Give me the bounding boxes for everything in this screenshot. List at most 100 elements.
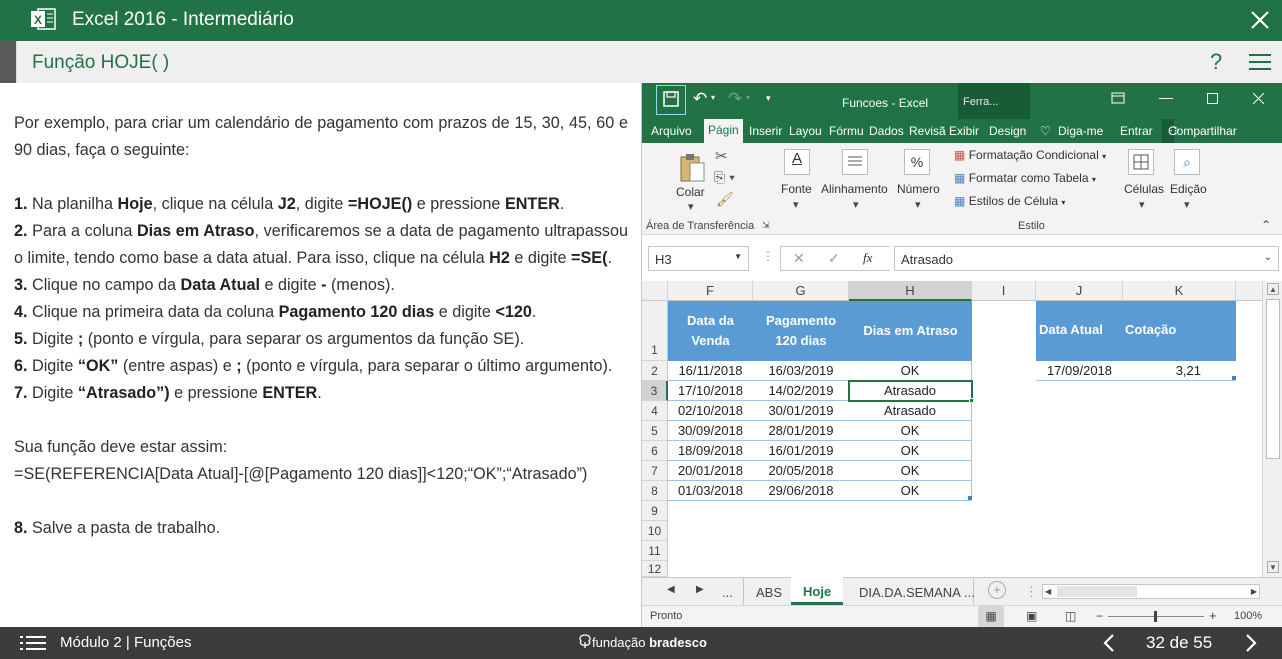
copy-icon[interactable]: ⎘ ▾ — [714, 169, 735, 186]
scroll-thumb[interactable] — [1266, 299, 1280, 459]
tell-me-box[interactable]: Diga-me — [1058, 124, 1103, 138]
row-header[interactable]: 2 — [642, 361, 668, 381]
scroll-up-icon[interactable]: ▲ — [1267, 283, 1279, 295]
cells-icon[interactable] — [1128, 149, 1154, 175]
cell-f3[interactable]: 17/10/2018 — [668, 381, 753, 401]
undo-dropdown-icon[interactable]: ▾ — [711, 93, 715, 102]
column-header-h[interactable]: H — [849, 281, 972, 301]
side-header-data-atual[interactable]: Data Atual — [1036, 301, 1123, 361]
minimize-icon[interactable]: — — [1159, 89, 1173, 105]
excel-close-icon[interactable] — [1253, 93, 1264, 104]
font-label[interactable]: Fonte — [781, 182, 812, 196]
cell-f6[interactable]: 18/09/2018 — [668, 441, 753, 461]
ribbon-display-icon[interactable] — [1111, 92, 1125, 104]
row-header[interactable]: 6 — [642, 441, 668, 461]
cell-h8[interactable]: OK — [849, 481, 972, 501]
tab-arquivo[interactable]: Arquivo — [651, 124, 692, 138]
more-sheets-left[interactable]: ... — [722, 585, 733, 600]
dialog-launcher-icon[interactable]: ⇲ — [762, 220, 770, 231]
cancel-icon[interactable]: ✕ — [793, 250, 805, 267]
column-header-f[interactable]: F — [668, 281, 753, 301]
list-menu-icon[interactable] — [20, 635, 46, 651]
alignment-label[interactable]: Alinhamento — [821, 182, 888, 196]
cell-j2[interactable]: 17/09/2018 — [1036, 361, 1123, 381]
cell-g8[interactable]: 29/06/2018 — [753, 481, 849, 501]
cell-h5[interactable]: OK — [849, 421, 972, 441]
tab-inserir[interactable]: Inserir — [749, 124, 782, 138]
column-header-i[interactable]: I — [972, 281, 1036, 301]
cell-styles-button[interactable]: ▦ Estilos de Célula ▾ — [954, 194, 1065, 208]
previous-page-icon[interactable] — [1102, 634, 1116, 652]
zoom-level[interactable]: 100% — [1234, 610, 1262, 622]
scroll-left-icon[interactable]: ◀ — [1045, 585, 1051, 598]
table-header-pagamento[interactable]: Pagamento 120 dias — [753, 301, 849, 361]
tab-layout[interactable]: Layou — [789, 124, 822, 138]
format-painter-icon[interactable]: 🖌 — [716, 191, 734, 208]
page-layout-view-icon[interactable]: ▣ — [1026, 606, 1037, 627]
cell-f8[interactable]: 01/03/2018 — [668, 481, 753, 501]
editing-label[interactable]: Edição — [1170, 182, 1207, 196]
cell-g7[interactable]: 20/05/2018 — [753, 461, 849, 481]
cell-h7[interactable]: OK — [849, 461, 972, 481]
number-format-icon[interactable]: % — [904, 149, 930, 175]
row-header[interactable]: 1 — [642, 301, 668, 361]
side-header-cotacao[interactable]: Cotação — [1123, 301, 1236, 361]
cell-g2[interactable]: 16/03/2019 — [753, 361, 849, 381]
next-sheet-icon[interactable]: ▶ — [696, 584, 704, 595]
next-page-icon[interactable] — [1244, 634, 1258, 652]
undo-icon[interactable]: ↶ — [693, 89, 707, 109]
share-button[interactable]: ⚇ Compartilhar — [1162, 119, 1237, 143]
tab-dados[interactable]: Dados — [869, 124, 904, 138]
table-header-dias-atraso[interactable]: Dias em Atraso — [849, 301, 972, 361]
font-icon[interactable]: A — [784, 149, 810, 175]
more-sheets-right[interactable]: ... — [964, 585, 975, 600]
paste-icon[interactable] — [678, 151, 706, 183]
cell-f5[interactable]: 30/09/2018 — [668, 421, 753, 441]
alignment-icon[interactable] — [842, 149, 868, 175]
zoom-slider[interactable] — [1108, 611, 1204, 622]
add-sheet-icon[interactable]: + — [988, 581, 1006, 599]
row-header[interactable]: 10 — [642, 521, 668, 541]
row-header[interactable]: 4 — [642, 401, 668, 421]
tab-design[interactable]: Design — [989, 124, 1026, 138]
formula-input[interactable]: Atrasado ⌄ — [894, 246, 1279, 271]
cell-g4[interactable]: 30/01/2019 — [753, 401, 849, 421]
number-label[interactable]: Número — [897, 182, 940, 196]
row-header[interactable]: 5 — [642, 421, 668, 441]
column-header-k[interactable]: K — [1123, 281, 1236, 301]
column-header-g[interactable]: G — [753, 281, 849, 301]
scroll-right-icon[interactable]: ▶ — [1251, 585, 1257, 598]
tab-pagina-inicial[interactable]: Págin — [704, 119, 743, 143]
cell-f2[interactable]: 16/11/2018 — [668, 361, 753, 381]
save-button[interactable] — [656, 85, 686, 115]
prev-sheet-icon[interactable]: ◀ — [667, 584, 675, 595]
name-box[interactable]: H3 ▼ — [648, 246, 749, 271]
column-header-j[interactable]: J — [1036, 281, 1123, 301]
redo-dropdown-icon[interactable]: ▾ — [746, 93, 750, 102]
format-as-table-button[interactable]: ▦ Formatar como Tabela ▾ — [954, 171, 1096, 185]
sheet-tab-hoje[interactable]: Hoje — [791, 577, 844, 605]
row-header[interactable]: 11 — [642, 541, 668, 561]
sign-in-link[interactable]: Entrar — [1120, 124, 1153, 138]
vertical-scrollbar[interactable]: ▲ ▼ — [1262, 281, 1282, 577]
cell-h4[interactable]: Atrasado — [849, 401, 972, 421]
normal-view-icon[interactable]: ▦ — [978, 606, 1004, 627]
row-header[interactable]: 9 — [642, 501, 668, 521]
fill-handle[interactable] — [969, 398, 974, 403]
zoom-in-icon[interactable]: + — [1209, 608, 1217, 623]
insert-function-icon[interactable]: fx — [863, 250, 872, 266]
row-header[interactable]: 12 — [642, 561, 668, 577]
row-header[interactable]: 8 — [642, 481, 668, 501]
editing-icon[interactable]: ⌕ — [1174, 149, 1200, 175]
table-resize-handle[interactable] — [968, 496, 972, 500]
cell-h2[interactable]: OK — [849, 361, 972, 381]
zoom-out-icon[interactable]: − — [1096, 609, 1103, 623]
cell-g5[interactable]: 28/01/2019 — [753, 421, 849, 441]
row-header[interactable]: 3 — [642, 381, 668, 401]
row-header[interactable]: 7 — [642, 461, 668, 481]
menu-icon[interactable] — [1249, 53, 1271, 71]
cell-f7[interactable]: 20/01/2018 — [668, 461, 753, 481]
maximize-icon[interactable] — [1207, 93, 1218, 104]
tab-exibir[interactable]: Exibir — [949, 124, 979, 138]
help-button[interactable]: ? — [1210, 49, 1222, 75]
